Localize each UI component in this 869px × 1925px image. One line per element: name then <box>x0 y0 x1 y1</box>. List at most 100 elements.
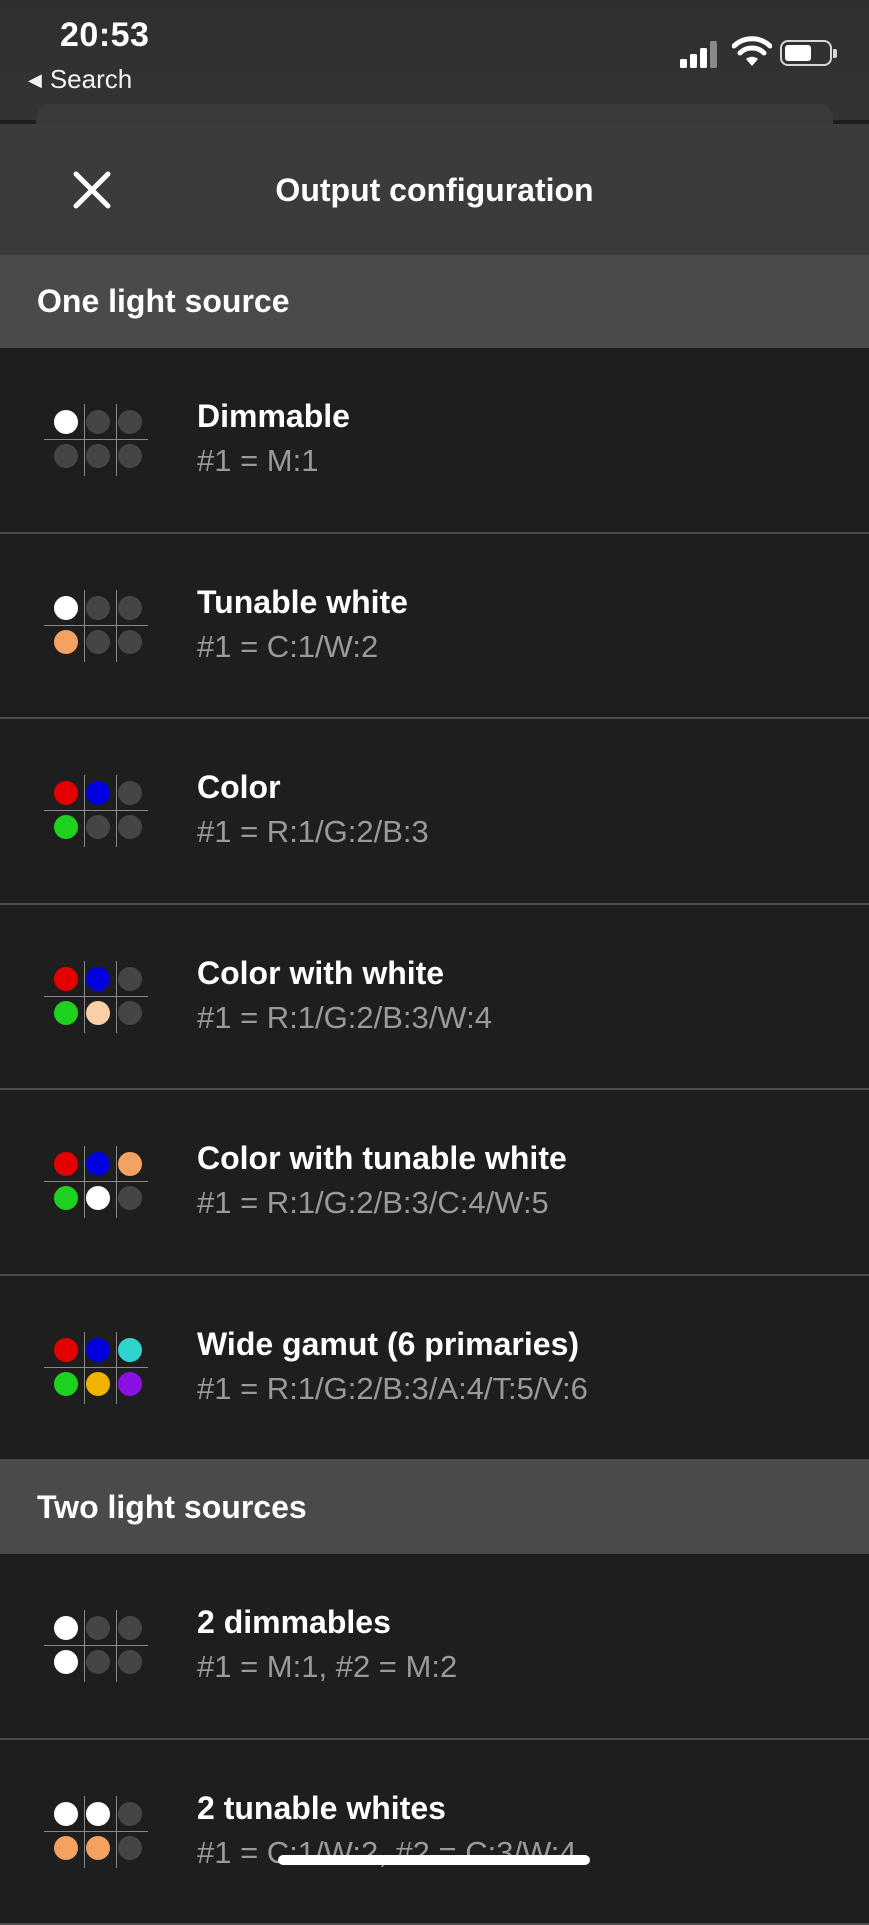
dot-grid-line <box>116 1332 117 1404</box>
dot-grid-line <box>44 439 148 440</box>
channel-dot-off <box>86 1616 110 1640</box>
option-name: 2 tunable whites <box>197 1790 446 1827</box>
sheet-background-edge <box>36 104 833 124</box>
channel-dots-icon <box>50 1796 146 1866</box>
dot-grid-line <box>84 404 85 476</box>
channel-dots-icon <box>50 1610 146 1680</box>
option-name: 2 dimmables <box>197 1604 391 1641</box>
channel-dots-icon <box>50 1332 146 1402</box>
option-channel-mapping: #1 = C:1/W:2, #2 = C:3/W:4 <box>197 1835 577 1871</box>
dot-grid-line <box>84 1332 85 1404</box>
dot-grid-line <box>116 1610 117 1682</box>
channel-dot-red <box>54 781 78 805</box>
dot-grid-line <box>84 961 85 1033</box>
channel-dot-off <box>118 444 142 468</box>
option-channel-mapping: #1 = M:1, #2 = M:2 <box>197 1649 457 1685</box>
option-channel-mapping: #1 = R:1/G:2/B:3 <box>197 814 429 850</box>
channel-dot-white <box>54 410 78 434</box>
channel-dot-off <box>86 630 110 654</box>
channel-dot-peach <box>86 1001 110 1025</box>
dot-grid-line <box>116 961 117 1033</box>
dot-grid-line <box>44 1181 148 1182</box>
dot-grid-line <box>116 404 117 476</box>
channel-dot-amber <box>54 1836 78 1860</box>
channel-dots-icon <box>50 590 146 660</box>
config-option-row[interactable]: 2 tunable whites #1 = C:1/W:2, #2 = C:3/W… <box>0 1740 869 1925</box>
dot-grid-line <box>44 810 148 811</box>
config-option-row[interactable]: Dimmable#1 = M:1 <box>0 348 869 534</box>
dot-grid-line <box>116 1146 117 1218</box>
dot-grid-line <box>84 1610 85 1682</box>
channel-dot-off <box>118 1836 142 1860</box>
channel-dot-violet <box>118 1372 142 1396</box>
channel-dot-green <box>54 815 78 839</box>
config-option-row[interactable]: Color with white #1 = R:1/G:2/B:3/W:4 <box>0 905 869 1091</box>
option-name: Tunable white <box>197 584 408 621</box>
option-name: Color <box>197 769 281 806</box>
channel-dot-off <box>86 596 110 620</box>
dot-grid-line <box>84 1796 85 1868</box>
config-option-row[interactable]: Color #1 = R:1/G:2/B:3 <box>0 719 869 905</box>
channel-dot-white <box>54 596 78 620</box>
option-channel-mapping: #1 = C:1/W:2 <box>197 629 378 665</box>
status-time: 20:53 <box>60 16 149 55</box>
config-option-row[interactable]: 2 dimmables #1 = M:1, #2 = M:2 <box>0 1554 869 1740</box>
option-name: Color with tunable white <box>197 1140 567 1177</box>
channel-dot-green <box>54 1001 78 1025</box>
channel-dot-cyan <box>118 1338 142 1362</box>
channel-dot-blue <box>86 1338 110 1362</box>
section-header: Two light sources <box>0 1461 869 1554</box>
page-title: Output configuration <box>275 172 593 208</box>
option-name: Color with white <box>197 955 444 992</box>
dot-grid-line <box>84 590 85 662</box>
dot-grid-line <box>44 1831 148 1832</box>
back-triangle-icon: ◀ <box>28 70 42 90</box>
dot-grid-line <box>116 1796 117 1868</box>
channel-dot-white <box>54 1616 78 1640</box>
channel-dot-off <box>118 1001 142 1025</box>
dot-grid-line <box>44 1645 148 1646</box>
channel-dot-off <box>118 1186 142 1210</box>
channel-dot-off <box>86 410 110 434</box>
option-channel-mapping: #1 = R:1/G:2/B:3/A:4/T:5/V:6 <box>197 1371 588 1407</box>
channel-dot-off <box>118 630 142 654</box>
battery-icon <box>780 40 832 66</box>
dot-grid-line <box>44 1367 148 1368</box>
dot-grid-line <box>84 775 85 847</box>
section-header: One light source <box>0 255 869 348</box>
channel-dot-white <box>86 1802 110 1826</box>
config-option-row[interactable]: Color with tunable white#1 = R:1/G:2/B:3… <box>0 1090 869 1276</box>
channel-dot-off <box>118 967 142 991</box>
channel-dot-off <box>118 1650 142 1674</box>
dot-grid-line <box>44 625 148 626</box>
option-name: Wide gamut (6 primaries) <box>197 1326 579 1363</box>
channel-dot-off <box>118 1802 142 1826</box>
channel-dot-blue <box>86 1152 110 1176</box>
sheet-header: Output configuration <box>0 124 869 255</box>
dot-grid-line <box>116 775 117 847</box>
dot-grid-line <box>84 1146 85 1218</box>
channel-dot-green <box>54 1372 78 1396</box>
channel-dot-white <box>86 1186 110 1210</box>
channel-dot-blue <box>86 781 110 805</box>
channel-dot-yellow <box>86 1372 110 1396</box>
wifi-icon <box>732 36 772 68</box>
option-channel-mapping: #1 = M:1 <box>197 443 319 479</box>
channel-dot-off <box>86 444 110 468</box>
channel-dot-red <box>54 1338 78 1362</box>
channel-dot-off <box>118 410 142 434</box>
config-option-row[interactable]: Tunable white #1 = C:1/W:2 <box>0 534 869 720</box>
option-channel-mapping: #1 = R:1/G:2/B:3/W:4 <box>197 1000 492 1036</box>
channel-dots-icon <box>50 961 146 1031</box>
channel-dot-blue <box>86 967 110 991</box>
channel-dot-off <box>86 815 110 839</box>
dot-grid-line <box>44 996 148 997</box>
channel-dot-off <box>118 1616 142 1640</box>
back-to-search-link[interactable]: ◀Search <box>28 64 132 95</box>
channel-dot-off <box>86 1650 110 1674</box>
channel-dots-icon <box>50 775 146 845</box>
config-option-row[interactable]: Wide gamut (6 primaries) #1 = R:1/G:2/B:3… <box>0 1276 869 1462</box>
channel-dot-off <box>118 596 142 620</box>
dot-grid-line <box>116 590 117 662</box>
channel-dot-green <box>54 1186 78 1210</box>
